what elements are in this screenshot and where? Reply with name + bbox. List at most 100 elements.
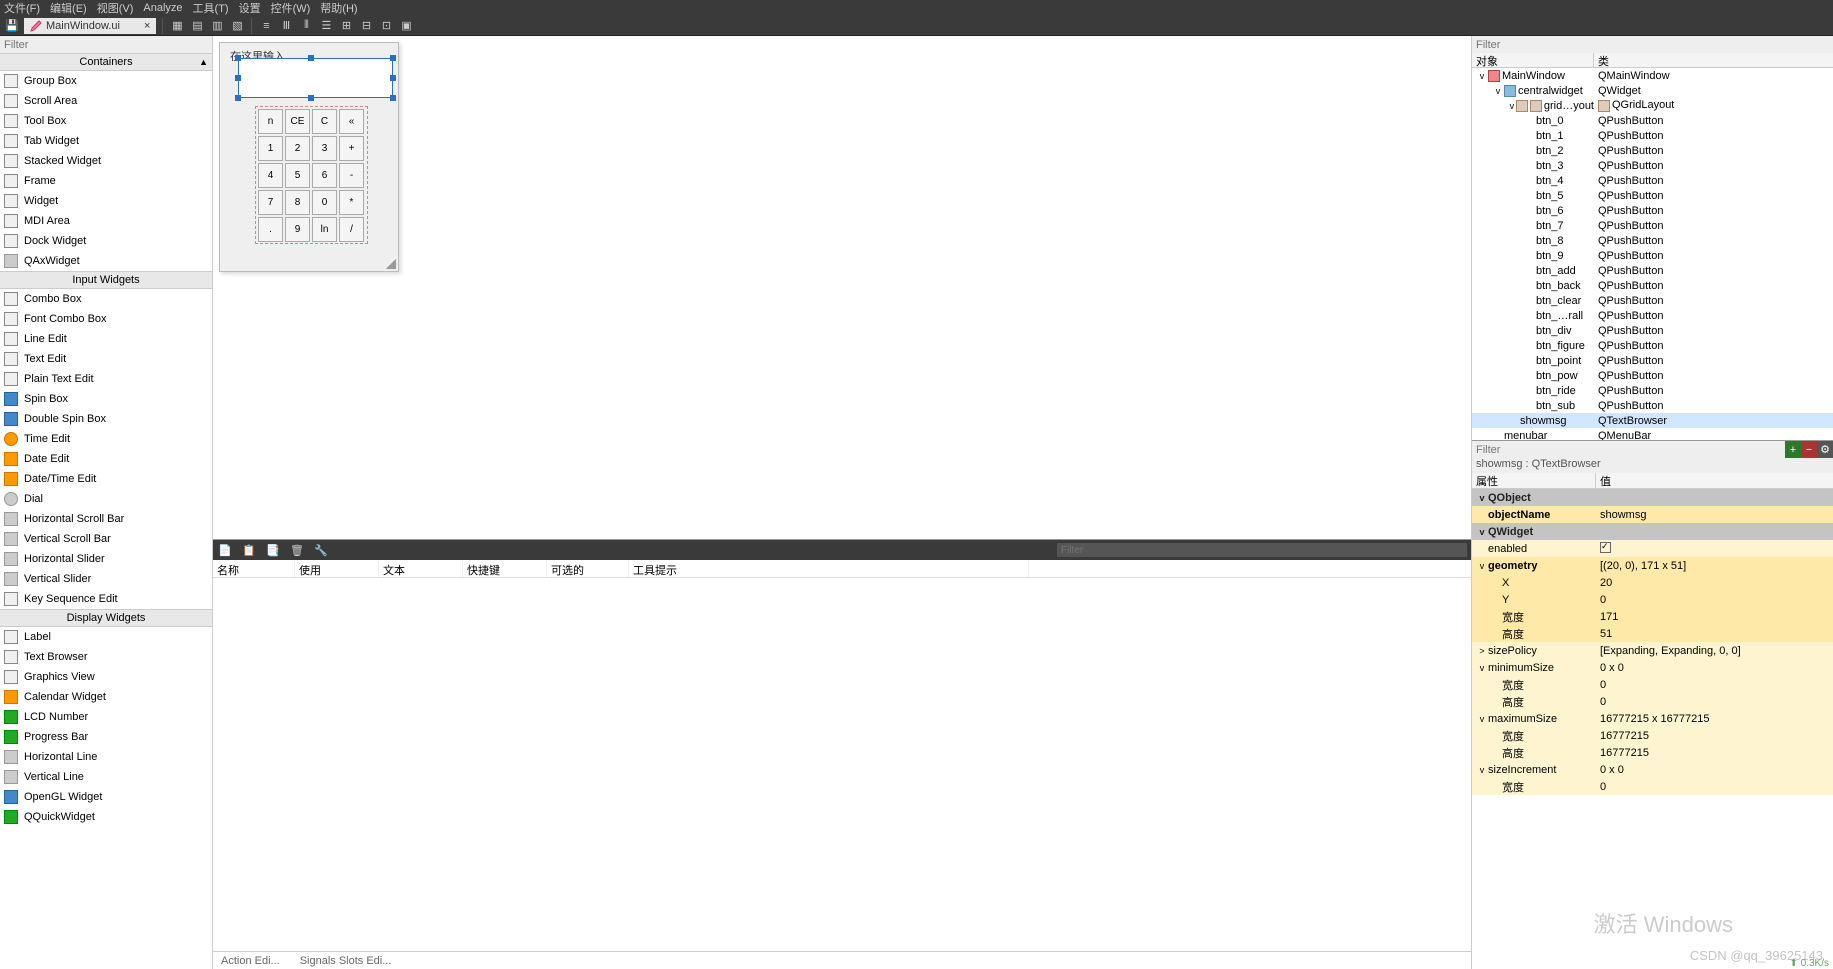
calc-button[interactable]: . <box>258 217 283 242</box>
property-value[interactable]: 51 <box>1596 628 1833 640</box>
widgetbox-filter[interactable] <box>0 36 212 53</box>
expand-toggle-icon[interactable]: > <box>1476 646 1488 656</box>
tree-toggle-icon[interactable]: v <box>1508 101 1516 111</box>
object-tree-row[interactable]: btn_0QPushButton <box>1472 113 1833 128</box>
copy-icon[interactable]: 📋 <box>241 542 257 558</box>
property-value[interactable]: 0 <box>1596 696 1833 708</box>
property-value[interactable]: 0 <box>1596 679 1833 691</box>
menu-item[interactable]: 编辑(E) <box>50 0 87 16</box>
property-value[interactable]: [(20, 0), 171 x 51] <box>1596 560 1833 572</box>
widget-item[interactable]: Vertical Line <box>0 767 212 787</box>
object-tree-row[interactable]: btn_5QPushButton <box>1472 188 1833 203</box>
property-row[interactable]: 宽度16777215 <box>1472 727 1833 744</box>
close-tab-button[interactable]: × <box>144 20 150 32</box>
property-row[interactable]: >sizePolicy[Expanding, Expanding, 0, 0] <box>1472 642 1833 659</box>
save-icon[interactable]: 💾 <box>4 18 20 34</box>
expand-toggle-icon[interactable]: v <box>1476 714 1488 724</box>
property-row[interactable]: vgeometry[(20, 0), 171 x 51] <box>1472 557 1833 574</box>
split-v-icon[interactable]: ☰ <box>318 18 334 34</box>
widget-item[interactable]: Graphics View <box>0 667 212 687</box>
widget-item[interactable]: Progress Bar <box>0 727 212 747</box>
form-layout-icon[interactable]: ⊞ <box>338 18 354 34</box>
menu-item[interactable]: 文件(F) <box>4 0 40 16</box>
action-table-body[interactable] <box>213 578 1471 951</box>
calc-button[interactable]: * <box>339 190 364 215</box>
widget-item[interactable]: LCD Number <box>0 707 212 727</box>
menu-item[interactable]: Analyze <box>143 2 182 14</box>
widget-item[interactable]: Dial <box>0 489 212 509</box>
widget-item[interactable]: Dock Widget <box>0 231 212 251</box>
menu-item[interactable]: 设置 <box>239 0 261 16</box>
widget-item[interactable]: Text Edit <box>0 349 212 369</box>
config-property-icon[interactable]: ⚙ <box>1817 441 1833 458</box>
menu-item[interactable]: 帮助(H) <box>320 0 357 16</box>
property-value[interactable]: 0 x 0 <box>1596 764 1833 776</box>
calc-button[interactable]: - <box>339 163 364 188</box>
layout-icon[interactable]: ▤ <box>189 18 205 34</box>
widget-item[interactable]: Font Combo Box <box>0 309 212 329</box>
editor-tabs[interactable]: Action Edi... Signals Slots Edi... <box>213 951 1471 969</box>
widget-item[interactable]: Tool Box <box>0 111 212 131</box>
tab-signals-slots[interactable]: Signals Slots Edi... <box>300 955 392 967</box>
calc-button[interactable]: / <box>339 217 364 242</box>
expand-toggle-icon[interactable]: v <box>1476 663 1488 673</box>
action-column[interactable]: 快捷键 <box>463 560 547 577</box>
form-canvas[interactable]: 在这里输入 nCEC«123+456-780*.9ln/ <box>213 36 1471 539</box>
hlayout-icon[interactable]: ≡ <box>258 18 274 34</box>
property-value[interactable]: 20 <box>1596 577 1833 589</box>
calc-button[interactable]: 4 <box>258 163 283 188</box>
object-tree-row[interactable]: btn_2QPushButton <box>1472 143 1833 158</box>
property-row[interactable]: vmaximumSize16777215 x 16777215 <box>1472 710 1833 727</box>
widget-item[interactable]: Line Edit <box>0 329 212 349</box>
current-file-tab[interactable]: MainWindow.ui × <box>24 18 156 34</box>
object-tree-row[interactable]: btn_addQPushButton <box>1472 263 1833 278</box>
delete-icon[interactable]: 🗑 <box>289 542 305 558</box>
action-column[interactable]: 可选的 <box>547 560 629 577</box>
object-tree-row[interactable]: vcentralwidgetQWidget <box>1472 83 1833 98</box>
property-table[interactable]: vQObjectobjectNameshowmsgvQWidgetenabled… <box>1472 489 1833 969</box>
object-tree-row[interactable]: vMainWindowQMainWindow <box>1472 68 1833 83</box>
widget-item[interactable]: Vertical Scroll Bar <box>0 529 212 549</box>
object-tree-row[interactable]: btn_1QPushButton <box>1472 128 1833 143</box>
object-tree-row[interactable]: btn_rideQPushButton <box>1472 383 1833 398</box>
property-value[interactable] <box>1596 542 1833 556</box>
property-row[interactable]: Y0 <box>1472 591 1833 608</box>
object-tree-row[interactable]: btn_3QPushButton <box>1472 158 1833 173</box>
widget-item[interactable]: Combo Box <box>0 289 212 309</box>
new-action-icon[interactable]: 📄 <box>217 542 233 558</box>
widget-item[interactable]: Horizontal Slider <box>0 549 212 569</box>
layout-icon[interactable]: ▥ <box>209 18 225 34</box>
calc-button[interactable]: 7 <box>258 190 283 215</box>
calc-button[interactable]: ln <box>312 217 337 242</box>
property-row[interactable]: 高度16777215 <box>1472 744 1833 761</box>
calc-button[interactable]: « <box>339 109 364 134</box>
layout-icon[interactable]: ▧ <box>229 18 245 34</box>
menu-item[interactable]: 工具(T) <box>193 0 229 16</box>
object-tree-row[interactable]: menubarQMenuBar <box>1472 428 1833 440</box>
property-row[interactable]: 宽度171 <box>1472 608 1833 625</box>
remove-property-icon[interactable]: − <box>1801 441 1817 458</box>
wrench-icon[interactable]: 🔧 <box>313 542 329 558</box>
action-column[interactable]: 使用 <box>295 560 379 577</box>
menu-item[interactable]: 控件(W) <box>271 0 311 16</box>
widget-item[interactable]: Vertical Slider <box>0 569 212 589</box>
property-row[interactable]: X20 <box>1472 574 1833 591</box>
form-preview[interactable]: 在这里输入 nCEC«123+456-780*.9ln/ <box>219 42 399 272</box>
checkbox-icon[interactable] <box>1600 542 1611 553</box>
selected-widget[interactable] <box>238 58 393 98</box>
widget-item[interactable]: Spin Box <box>0 389 212 409</box>
property-value[interactable]: showmsg <box>1596 509 1833 521</box>
widget-item[interactable]: Frame <box>0 171 212 191</box>
widget-item[interactable]: Group Box <box>0 71 212 91</box>
calc-button[interactable]: 1 <box>258 136 283 161</box>
vlayout-icon[interactable]: Ⅲ <box>278 18 294 34</box>
object-tree-row[interactable]: btn_powQPushButton <box>1472 368 1833 383</box>
widget-group-header[interactable]: Containers▲ <box>0 53 212 71</box>
object-tree-row[interactable]: btn_6QPushButton <box>1472 203 1833 218</box>
object-tree-row[interactable]: btn_subQPushButton <box>1472 398 1833 413</box>
widget-item[interactable]: Double Spin Box <box>0 409 212 429</box>
property-row[interactable]: 宽度0 <box>1472 676 1833 693</box>
object-tree-row[interactable]: btn_clearQPushButton <box>1472 293 1833 308</box>
property-value[interactable]: 16777215 <box>1596 747 1833 759</box>
action-column[interactable]: 名称 <box>213 560 295 577</box>
